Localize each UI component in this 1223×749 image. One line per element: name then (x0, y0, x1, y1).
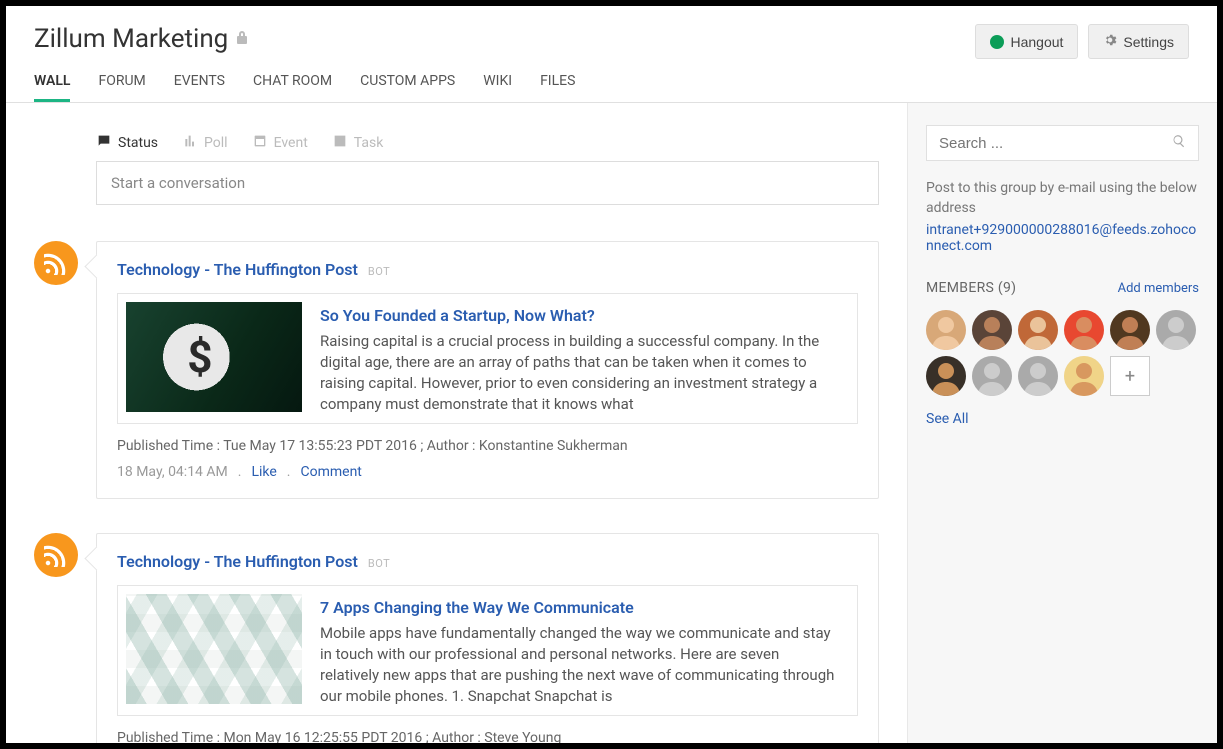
tab-wall[interactable]: WALL (34, 73, 70, 102)
group-email-link[interactable]: intranet+929000000288016@feeds.zohoconne… (926, 222, 1199, 254)
bot-badge: BOT (368, 265, 390, 278)
hangout-button[interactable]: Hangout (975, 24, 1078, 59)
separator: . (238, 464, 242, 480)
article-title-link[interactable]: So You Founded a Startup, Now What? (320, 306, 839, 325)
tab-wiki[interactable]: WIKI (483, 73, 512, 102)
article-image (126, 594, 302, 704)
composer-tab-event[interactable]: Event (252, 125, 308, 161)
article-image (126, 302, 302, 412)
member-avatar[interactable] (1064, 356, 1104, 396)
status-icon (96, 133, 112, 153)
add-member-button[interactable]: + (1110, 356, 1150, 396)
composer-tab-poll[interactable]: Poll (182, 125, 228, 161)
page-header: Zillum Marketing Hangout Settings WALLF (6, 6, 1217, 103)
post: Technology - The Huffington Post BOT So Yo… (34, 241, 879, 499)
event-icon (252, 133, 268, 153)
members-title: MEMBERS (9) (926, 280, 1016, 296)
member-avatar[interactable] (926, 356, 966, 396)
post-card: Technology - The Huffington Post BOT So Yo… (96, 241, 879, 499)
article-box: 7 Apps Changing the Way We Communicate Mo… (117, 585, 858, 716)
search-icon (1172, 134, 1186, 152)
rss-icon (34, 241, 78, 285)
hangout-icon (990, 35, 1004, 49)
nav-tabs: WALL FORUM EVENTS CHAT ROOM CUSTOM APPS WIKI F… (34, 73, 1189, 102)
post-timestamp: 18 May, 04:14 AM (117, 464, 228, 480)
separator: . (287, 464, 291, 480)
member-avatar[interactable] (972, 356, 1012, 396)
tab-custom-apps[interactable]: CUSTOM APPS (360, 73, 455, 102)
page-title-text: Zillum Marketing (34, 24, 228, 54)
tab-events[interactable]: EVENTS (174, 73, 225, 102)
composer-tabs: Status Poll Event Task (96, 125, 879, 161)
member-avatar[interactable] (972, 310, 1012, 350)
task-icon (332, 133, 348, 153)
member-avatar[interactable] (1018, 310, 1058, 350)
tab-files[interactable]: FILES (540, 73, 575, 102)
poll-icon (182, 133, 198, 153)
feed: Status Poll Event Task Start a conversation… (6, 103, 907, 743)
sidebar: Post to this group by e-mail using the b… (907, 103, 1217, 743)
gear-icon (1103, 33, 1117, 50)
settings-label: Settings (1123, 34, 1174, 50)
composer-tab-label: Event (274, 135, 308, 151)
member-avatar[interactable] (1110, 310, 1150, 350)
member-avatar[interactable] (1156, 310, 1196, 350)
search-input[interactable] (939, 135, 1172, 152)
members-grid: + (926, 310, 1199, 396)
member-avatar[interactable] (1064, 310, 1104, 350)
tab-forum[interactable]: FORUM (98, 73, 145, 102)
post-source-link[interactable]: Technology - The Huffington Post (117, 260, 358, 279)
like-link[interactable]: Like (251, 464, 276, 480)
see-all-link[interactable]: See All (926, 411, 969, 427)
article-box: So You Founded a Startup, Now What? Raisi… (117, 293, 858, 424)
comment-link[interactable]: Comment (301, 464, 362, 480)
bot-badge: BOT (368, 557, 390, 570)
article-description: Mobile apps have fundamentally changed t… (320, 623, 839, 707)
member-avatar[interactable] (1018, 356, 1058, 396)
composer-tab-task[interactable]: Task (332, 125, 384, 161)
article-title-link[interactable]: 7 Apps Changing the Way We Communicate (320, 598, 839, 617)
page-title: Zillum Marketing (34, 24, 248, 54)
member-avatar[interactable] (926, 310, 966, 350)
post-by-email-text: Post to this group by e-mail using the b… (926, 179, 1199, 218)
add-members-link[interactable]: Add members (1118, 281, 1199, 296)
post: Technology - The Huffington Post BOT 7 App… (34, 533, 879, 743)
hangout-label: Hangout (1010, 34, 1063, 50)
search-box[interactable] (926, 125, 1199, 161)
composer-input[interactable]: Start a conversation (96, 161, 879, 205)
composer-tab-label: Poll (204, 135, 228, 151)
rss-icon (34, 533, 78, 577)
composer-tab-label: Task (354, 135, 384, 151)
post-card: Technology - The Huffington Post BOT 7 App… (96, 533, 879, 743)
composer-tab-label: Status (118, 135, 158, 151)
lock-icon (236, 30, 248, 48)
post-meta: Published Time : Tue May 17 13:55:23 PDT… (117, 438, 858, 454)
post-meta: Published Time : Mon May 16 12:25:55 PDT… (117, 730, 858, 743)
article-description: Raising capital is a crucial process in … (320, 331, 839, 415)
settings-button[interactable]: Settings (1088, 24, 1189, 59)
tab-chat-room[interactable]: CHAT ROOM (253, 73, 332, 102)
post-source-link[interactable]: Technology - The Huffington Post (117, 552, 358, 571)
composer-tab-status[interactable]: Status (96, 125, 158, 161)
